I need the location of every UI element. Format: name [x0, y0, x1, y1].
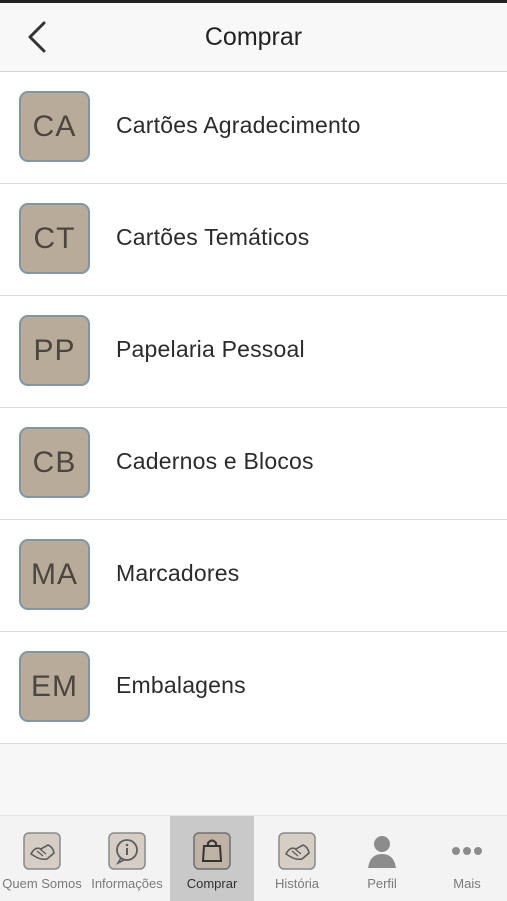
category-badge: MA	[19, 539, 90, 610]
category-badge: EM	[19, 651, 90, 722]
category-row[interactable]: MA Marcadores	[0, 520, 507, 632]
tab-perfil[interactable]: Perfil	[340, 816, 424, 901]
tab-label: Quem Somos	[2, 876, 82, 891]
category-badge: PP	[19, 315, 90, 386]
category-row[interactable]: EM Embalagens	[0, 632, 507, 744]
handshake-icon	[278, 832, 316, 870]
category-label: Cartões Agradecimento	[116, 112, 361, 138]
category-row[interactable]: CT Cartões Temáticos	[0, 184, 507, 296]
nav-bar: Comprar	[0, 3, 507, 72]
page-title: Comprar	[204, 23, 303, 51]
category-badge: CB	[19, 427, 90, 498]
category-label: Embalagens	[116, 672, 246, 698]
tab-quem-somos[interactable]: Quem Somos	[0, 816, 84, 901]
person-icon	[368, 836, 396, 868]
tab-label: Informações	[91, 876, 163, 891]
tab-label: Comprar	[186, 876, 238, 891]
category-row[interactable]: CB Cadernos e Blocos	[0, 408, 507, 520]
category-label: Papelaria Pessoal	[116, 336, 305, 362]
category-label: Marcadores	[116, 560, 240, 586]
category-row[interactable]: PP Papelaria Pessoal	[0, 296, 507, 408]
category-label: Cadernos e Blocos	[116, 448, 314, 474]
category-row[interactable]: CA Cartões Agradecimento	[0, 72, 507, 184]
category-list: CA Cartões Agradecimento CT Cartões Temá…	[0, 72, 507, 744]
tab-bar: Quem Somos Informações Comprar História	[0, 815, 507, 901]
tab-comprar[interactable]: Comprar	[170, 816, 254, 901]
info-icon	[108, 832, 146, 870]
category-label: Cartões Temáticos	[116, 224, 310, 250]
tab-label: Mais	[453, 876, 481, 891]
shopping-bag-icon	[193, 832, 231, 870]
handshake-icon	[23, 832, 61, 870]
tab-label: Perfil	[367, 876, 397, 891]
tab-informacoes[interactable]: Informações	[85, 816, 169, 901]
tab-mais[interactable]: Mais	[425, 816, 507, 901]
category-badge: CA	[19, 91, 90, 162]
tab-historia[interactable]: História	[255, 816, 339, 901]
more-dots-icon	[452, 847, 482, 855]
category-badge: CT	[19, 203, 90, 274]
tab-label: História	[274, 876, 320, 891]
